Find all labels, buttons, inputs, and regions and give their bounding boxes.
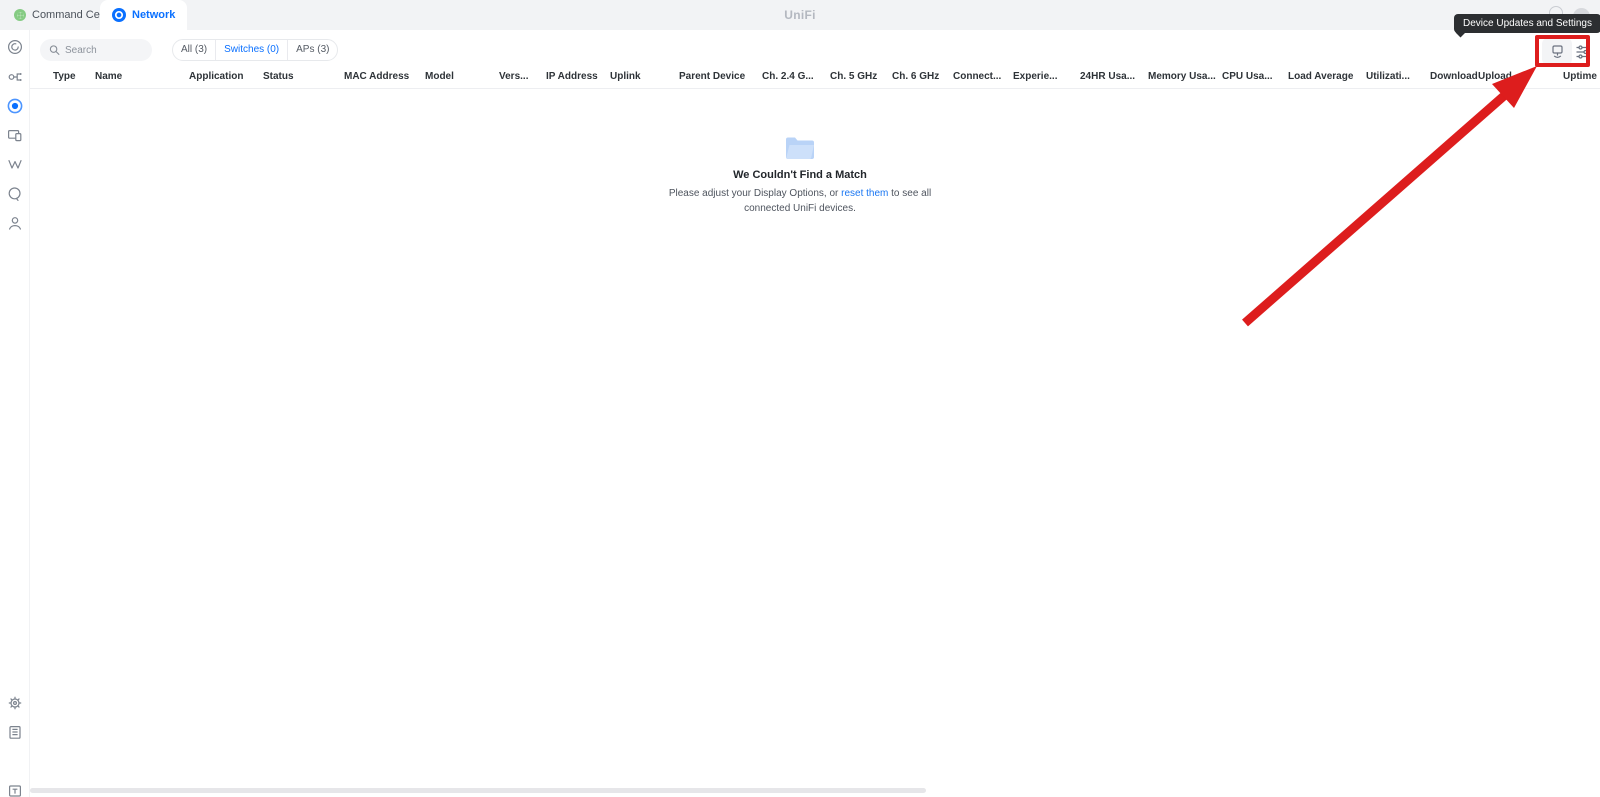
column-header-uptime[interactable]: Uptime bbox=[1563, 71, 1597, 82]
network-tab-label: Network bbox=[132, 9, 176, 21]
sidebar-item-toolbox[interactable] bbox=[7, 783, 23, 797]
search-box bbox=[40, 39, 152, 61]
empty-state-text: Please adjust your Display Options, or r… bbox=[0, 187, 1600, 216]
network-app-icon bbox=[112, 8, 126, 22]
search-input[interactable] bbox=[65, 44, 143, 56]
unifi-app-window: Command Center Network UniFi Search All … bbox=[0, 0, 1600, 797]
sidebar-item-dashboard[interactable] bbox=[7, 39, 23, 55]
sidebar bbox=[0, 30, 30, 797]
column-header-application[interactable]: Application bbox=[189, 71, 243, 82]
column-header-vers[interactable]: Vers... bbox=[499, 71, 528, 82]
sidebar-item-insights[interactable] bbox=[7, 156, 23, 172]
sidebar-item-logs[interactable] bbox=[7, 724, 23, 740]
table-header-row: Type Name Application Status MAC Address Mode… bbox=[30, 68, 1600, 89]
column-header-ip-address[interactable]: IP Address bbox=[546, 71, 598, 82]
sidebar-item-unifi-devices[interactable] bbox=[7, 98, 23, 114]
column-header-type[interactable]: Type bbox=[53, 71, 76, 82]
sidebar-item-admins[interactable] bbox=[7, 215, 23, 231]
empty-folder-icon bbox=[786, 137, 814, 160]
page-title: UniFi bbox=[784, 8, 816, 22]
annotation-arrow bbox=[1242, 66, 1537, 327]
display-options-icon bbox=[1576, 45, 1590, 59]
column-header-upload[interactable]: Upload bbox=[1478, 71, 1512, 82]
column-header-load-average[interactable]: Load Average bbox=[1288, 71, 1353, 82]
horizontal-scrollbar[interactable] bbox=[30, 788, 926, 793]
sidebar-item-hotspot[interactable] bbox=[7, 186, 23, 202]
filter-tab-all-3[interactable]: All (3) bbox=[173, 40, 215, 60]
column-header-mac-address[interactable]: MAC Address bbox=[344, 71, 409, 82]
sidebar-item-settings[interactable] bbox=[7, 695, 23, 711]
filter-tab-aps-3[interactable]: APs (3) bbox=[287, 40, 337, 60]
network-tab[interactable]: Network bbox=[100, 0, 188, 30]
device-updates-icon bbox=[1551, 45, 1563, 58]
column-header-download[interactable]: Download bbox=[1430, 71, 1478, 82]
column-header-24hr-usa[interactable]: 24HR Usa... bbox=[1080, 71, 1135, 82]
sidebar-item-clients[interactable] bbox=[7, 127, 23, 143]
column-header-model[interactable]: Model bbox=[425, 71, 454, 82]
device-updates-settings-button[interactable] bbox=[1542, 38, 1572, 65]
empty-text-before: Please adjust your Display Options, or bbox=[668, 188, 842, 199]
command-center-icon bbox=[14, 9, 26, 21]
column-header-ch-2-4-g[interactable]: Ch. 2.4 G... bbox=[762, 71, 814, 82]
column-header-utilizati[interactable]: Utilizati... bbox=[1366, 71, 1410, 82]
column-header-experie[interactable]: Experie... bbox=[1013, 71, 1057, 82]
search-icon bbox=[49, 45, 60, 55]
column-header-parent-device[interactable]: Parent Device bbox=[679, 71, 745, 82]
topbar: Command Center Network UniFi bbox=[0, 0, 1600, 30]
empty-state-title: We Couldn't Find a Match bbox=[733, 169, 867, 181]
tooltip: Device Updates and Settings bbox=[1454, 14, 1600, 33]
empty-text-after: to see all bbox=[888, 188, 932, 199]
column-header-ch-6-ghz[interactable]: Ch. 6 GHz bbox=[892, 71, 939, 82]
display-options-button[interactable] bbox=[1575, 44, 1591, 60]
sidebar-item-topology[interactable] bbox=[7, 69, 23, 85]
column-header-cpu-usa[interactable]: CPU Usa... bbox=[1222, 71, 1273, 82]
column-header-ch-5-ghz[interactable]: Ch. 5 GHz bbox=[830, 71, 877, 82]
column-header-connect[interactable]: Connect... bbox=[953, 71, 1001, 82]
filter-tab-switches-0[interactable]: Switches (0) bbox=[215, 40, 287, 60]
reset-them-link[interactable]: reset them bbox=[841, 188, 888, 199]
empty-text-line2: connected UniFi devices. bbox=[744, 202, 856, 214]
column-header-uplink[interactable]: Uplink bbox=[610, 71, 641, 82]
column-header-memory-usa[interactable]: Memory Usa... bbox=[1148, 71, 1216, 82]
column-header-name[interactable]: Name bbox=[95, 71, 122, 82]
column-header-status[interactable]: Status bbox=[263, 71, 294, 82]
filter-tabs: All (3) Switches (0) APs (3) bbox=[172, 39, 339, 61]
empty-state: We Couldn't Find a Match Please adjust y… bbox=[0, 136, 1600, 216]
